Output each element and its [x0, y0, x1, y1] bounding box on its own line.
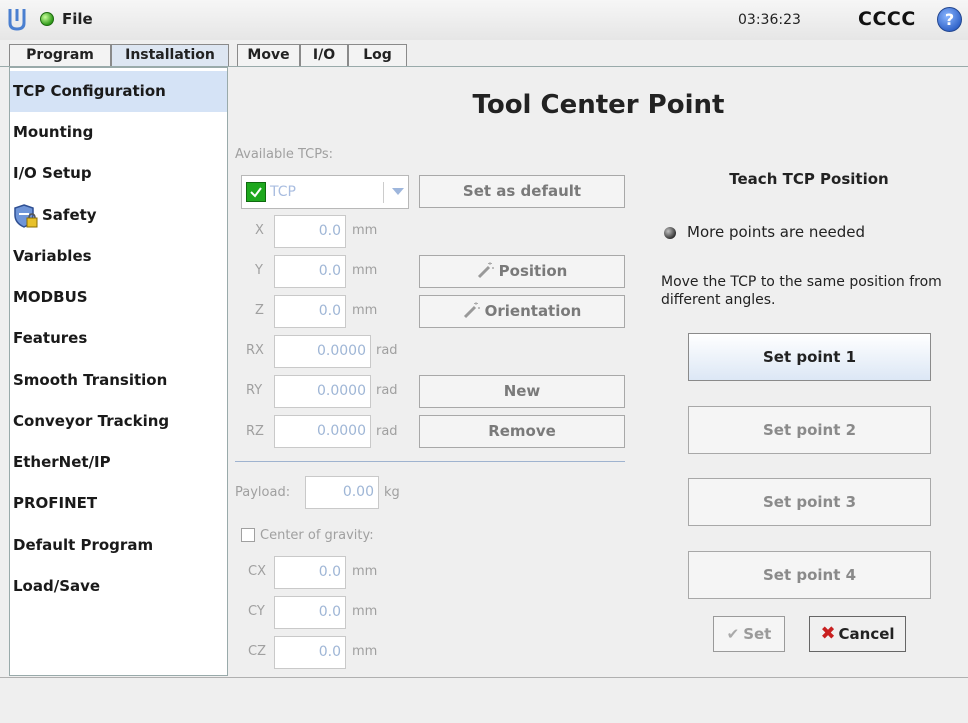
cy-unit: mm	[352, 604, 378, 619]
tab-io[interactable]: I/O	[300, 44, 348, 67]
sidebar-item-conveyor-tracking[interactable]: Conveyor Tracking	[10, 401, 227, 442]
sidebar-item-safety[interactable]: Safety	[10, 195, 227, 236]
rz-field[interactable]: 0.0000	[274, 415, 371, 448]
check-icon: ✔	[726, 625, 740, 643]
available-tcps-label: Available TCPs:	[235, 147, 333, 162]
set-point-1-button[interactable]: Set point 1	[688, 333, 931, 381]
bottom-bar	[0, 677, 968, 723]
section-divider	[235, 461, 625, 462]
page-title: Tool Center Point	[472, 90, 725, 120]
sidebar-item-modbus[interactable]: MODBUS	[10, 277, 227, 318]
rz-label: RZ	[246, 424, 264, 439]
rx-field[interactable]: 0.0000	[274, 335, 371, 368]
magic-wand-icon	[477, 262, 494, 279]
teach-tcp-title: Teach TCP Position	[729, 170, 889, 188]
payload-unit: kg	[384, 485, 400, 500]
cy-label: CY	[248, 604, 265, 619]
sidebar-item-variables[interactable]: Variables	[10, 236, 227, 277]
cz-unit: mm	[352, 644, 378, 659]
center-of-gravity-checkbox[interactable]	[241, 528, 255, 542]
ry-field[interactable]: 0.0000	[274, 375, 371, 408]
set-button[interactable]: ✔ Set	[713, 616, 785, 652]
z-label: Z	[255, 303, 264, 318]
robot-name: CCCC	[858, 8, 916, 30]
sidebar-item-load-save[interactable]: Load/Save	[10, 566, 227, 607]
clock: 03:36:23	[738, 12, 801, 28]
top-bar: File 03:36:23 CCCC ?	[0, 0, 968, 40]
tab-installation[interactable]: Installation	[111, 44, 229, 67]
cancel-button-label: Cancel	[838, 625, 895, 643]
sidebar-item-features[interactable]: Features	[10, 318, 227, 359]
y-field[interactable]: 0.0	[274, 255, 346, 288]
orientation-button-label: Orientation	[484, 302, 582, 320]
cz-label: CZ	[248, 644, 266, 659]
safety-shield-lock-icon	[14, 204, 38, 228]
tcp-configuration-panel: Tool Center Point Available TCPs: TCP Se…	[229, 67, 968, 677]
set-point-4-button[interactable]: Set point 4	[688, 551, 931, 599]
cy-field[interactable]: 0.0	[274, 596, 346, 629]
status-indicator-icon	[664, 227, 676, 239]
payload-label: Payload:	[235, 485, 291, 500]
set-button-label: Set	[743, 625, 772, 643]
robot-status-icon	[40, 12, 54, 26]
tcp-default-flag-icon	[246, 182, 266, 202]
close-icon: ✖	[820, 623, 836, 644]
tab-program[interactable]: Program	[9, 44, 111, 67]
set-point-3-button[interactable]: Set point 3	[688, 478, 931, 526]
cancel-button[interactable]: ✖ Cancel	[809, 616, 906, 652]
teach-instructions: Move the TCP to the same position from d…	[661, 274, 942, 308]
ur-logo-icon	[8, 9, 26, 31]
sidebar-item-default-program[interactable]: Default Program	[10, 525, 227, 566]
sidebar-item-label: Safety	[42, 206, 97, 224]
tcp-dropdown[interactable]: TCP	[241, 175, 409, 209]
remove-tcp-button[interactable]: Remove	[419, 415, 625, 448]
set-point-2-button[interactable]: Set point 2	[688, 406, 931, 454]
sidebar-item-profinet[interactable]: PROFINET	[10, 483, 227, 524]
x-label: X	[255, 223, 264, 238]
ry-label: RY	[246, 383, 263, 398]
y-label: Y	[255, 263, 263, 278]
sidebar-item-smooth-transition[interactable]: Smooth Transition	[10, 360, 227, 401]
sidebar-item-tcp-configuration[interactable]: TCP Configuration	[10, 71, 227, 112]
help-icon[interactable]: ?	[937, 7, 962, 32]
rz-unit: rad	[376, 424, 398, 439]
tcp-selected-value: TCP	[270, 184, 296, 200]
sidebar-item-ethernet-ip[interactable]: EtherNet/IP	[10, 442, 227, 483]
installation-sidebar: TCP Configuration Mounting I/O Setup Saf…	[9, 67, 228, 676]
sidebar-item-mounting[interactable]: Mounting	[10, 112, 227, 153]
orientation-button[interactable]: Orientation	[419, 295, 625, 328]
ry-unit: rad	[376, 383, 398, 398]
position-button[interactable]: Position	[419, 255, 625, 288]
main-tabs: Program Installation Move I/O Log	[0, 44, 968, 67]
set-as-default-button[interactable]: Set as default	[419, 175, 625, 208]
magic-wand-icon	[463, 302, 480, 319]
new-tcp-button[interactable]: New	[419, 375, 625, 408]
cx-label: CX	[248, 564, 266, 579]
z-unit: mm	[352, 303, 378, 318]
rx-unit: rad	[376, 343, 398, 358]
cx-field[interactable]: 0.0	[274, 556, 346, 589]
position-button-label: Position	[498, 262, 568, 280]
payload-field[interactable]: 0.00	[305, 476, 379, 509]
dropdown-separator	[383, 182, 384, 203]
tab-log[interactable]: Log	[348, 44, 407, 67]
x-field[interactable]: 0.0	[274, 215, 346, 248]
file-menu[interactable]: File	[62, 10, 93, 28]
x-unit: mm	[352, 223, 378, 238]
cx-unit: mm	[352, 564, 378, 579]
rx-label: RX	[246, 343, 264, 358]
sidebar-item-io-setup[interactable]: I/O Setup	[10, 153, 227, 194]
y-unit: mm	[352, 263, 378, 278]
cz-field[interactable]: 0.0	[274, 636, 346, 669]
chevron-down-icon	[392, 188, 404, 195]
center-of-gravity-label: Center of gravity:	[260, 528, 374, 543]
tab-move[interactable]: Move	[237, 44, 300, 67]
z-field[interactable]: 0.0	[274, 295, 346, 328]
teach-status-text: More points are needed	[687, 223, 866, 241]
